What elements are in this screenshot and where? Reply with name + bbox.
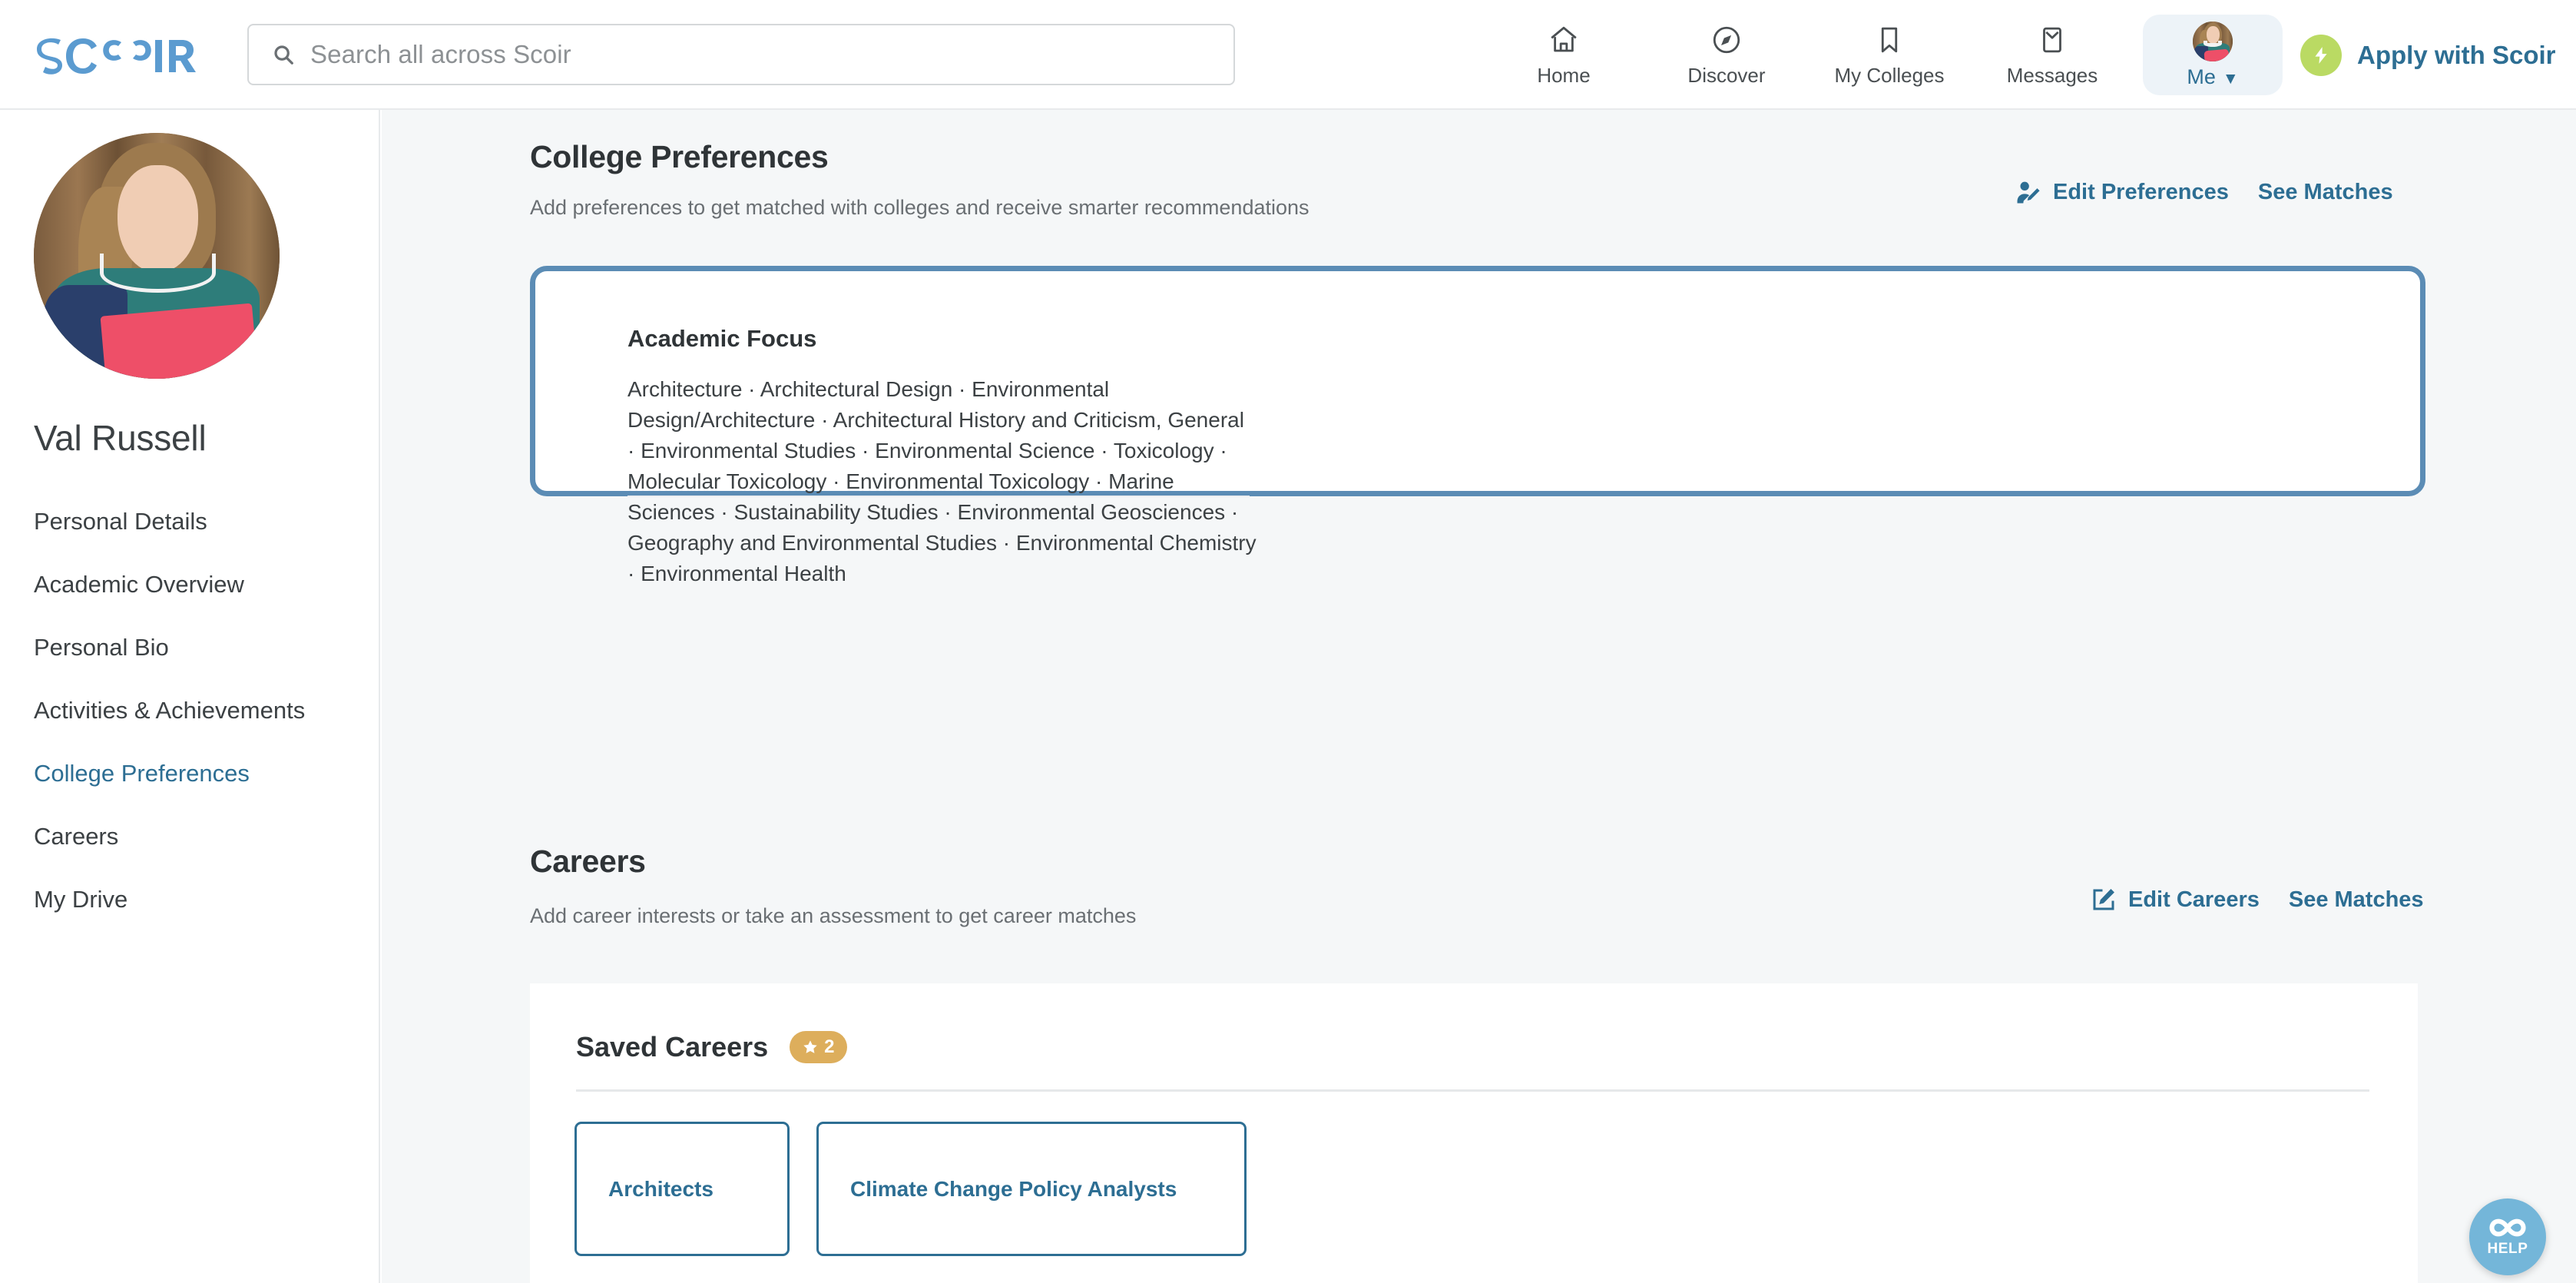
top-nav-items: Home Discover My Colleges Messages Me ▼ [1482, 0, 2283, 110]
person-edit-icon [2013, 179, 2042, 205]
nav-item-my-colleges[interactable]: My Colleges [1808, 0, 1971, 110]
nav-item-messages[interactable]: Messages [1971, 0, 2134, 110]
sidebar-item-personal-bio[interactable]: Personal Bio [34, 616, 356, 679]
me-label-text: Me [2187, 65, 2216, 88]
scoir-infinity-icon [2486, 1216, 2529, 1239]
nav-label-messages: Messages [2006, 63, 2098, 87]
apply-with-scoir-button[interactable]: Apply with Scoir [2300, 0, 2556, 110]
sidebar-item-college-preferences[interactable]: College Preferences [34, 742, 356, 805]
help-label: HELP [2487, 1241, 2528, 1257]
top-navigation-bar: Search all across Scoir Home Discover My… [0, 0, 2576, 110]
profile-name: Val Russell [34, 418, 207, 458]
envelope-icon [2036, 23, 2068, 57]
lightning-bolt-icon [2300, 34, 2342, 76]
saved-careers-count-badge: 2 [790, 1031, 847, 1063]
search-input[interactable]: Search all across Scoir [247, 24, 1235, 85]
nav-label-home: Home [1537, 63, 1591, 87]
profile-sidebar: Val Russell Personal Details Academic Ov… [0, 110, 380, 1283]
college-preferences-subtitle: Add preferences to get matched with coll… [530, 196, 1310, 219]
nav-item-me[interactable]: Me ▼ [2143, 15, 2283, 95]
see-matches-preferences-button[interactable]: See Matches [2258, 180, 2393, 205]
compass-icon [1710, 23, 1743, 57]
sidebar-item-careers[interactable]: Careers [34, 805, 356, 868]
apply-with-scoir-label: Apply with Scoir [2357, 40, 2556, 69]
academic-focus-heading: Academic Focus [627, 325, 817, 352]
academic-focus-content: Academic Focus Architecture · Architectu… [627, 325, 1257, 589]
college-preferences-title: College Preferences [530, 139, 829, 174]
main-content: College Preferences Add preferences to g… [382, 110, 2576, 1283]
see-matches-careers-button[interactable]: See Matches [2289, 887, 2424, 913]
home-icon [1548, 23, 1580, 57]
nav-label-me: Me ▼ [2187, 65, 2238, 89]
avatar-icon [2193, 21, 2233, 61]
academic-focus-divider [627, 496, 1250, 497]
academic-focus-card[interactable]: Academic Focus Architecture · Architectu… [530, 266, 2425, 585]
careers-subtitle: Add career interests or take an assessme… [530, 904, 1137, 927]
square-pencil-icon [2090, 886, 2117, 913]
sidebar-item-my-drive[interactable]: My Drive [34, 868, 356, 931]
chevron-down-icon: ▼ [2222, 69, 2239, 88]
saved-careers-heading: Saved Careers [576, 1031, 769, 1063]
saved-careers-tiles: Architects Climate Change Policy Analyst… [574, 1122, 1247, 1256]
nav-label-my-colleges: My Colleges [1834, 63, 1945, 87]
career-tile-label: Climate Change Policy Analysts [850, 1176, 1177, 1201]
careers-actions: Edit Careers See Matches [2090, 886, 2424, 913]
saved-careers-divider [576, 1089, 2369, 1092]
edit-careers-label: Edit Careers [2128, 887, 2260, 912]
careers-title: Careers [530, 844, 646, 879]
college-preferences-actions: Edit Preferences See Matches [2013, 179, 2393, 205]
saved-careers-header: Saved Careers 2 [576, 1031, 847, 1063]
nav-item-discover[interactable]: Discover [1645, 0, 1808, 110]
profile-avatar [34, 133, 280, 379]
bookmark-icon [1873, 23, 1906, 57]
star-icon [802, 1039, 819, 1056]
edit-preferences-button[interactable]: Edit Preferences [2013, 179, 2229, 205]
edit-preferences-label: Edit Preferences [2053, 179, 2229, 204]
nav-label-discover: Discover [1687, 63, 1766, 87]
sidebar-item-personal-details[interactable]: Personal Details [34, 490, 356, 553]
search-icon [272, 43, 295, 66]
edit-careers-button[interactable]: Edit Careers [2090, 886, 2260, 913]
search-placeholder: Search all across Scoir [310, 40, 571, 68]
saved-careers-count: 2 [824, 1036, 835, 1057]
sidebar-item-academic-overview[interactable]: Academic Overview [34, 553, 356, 616]
career-tile-label: Architects [608, 1176, 714, 1201]
career-tile-climate-change-policy-analysts[interactable]: Climate Change Policy Analysts [816, 1122, 1247, 1256]
sidebar-item-activities-achievements[interactable]: Activities & Achievements [34, 679, 356, 742]
scoir-logo[interactable] [35, 34, 197, 78]
help-button[interactable]: HELP [2469, 1198, 2546, 1275]
saved-careers-card: Saved Careers 2 Architects Climate Chang… [530, 983, 2418, 1283]
academic-focus-body: Architecture · Architectural Design · En… [627, 377, 1257, 585]
nav-item-home[interactable]: Home [1482, 0, 1645, 110]
sidebar-nav: Personal Details Academic Overview Perso… [34, 490, 356, 931]
career-tile-architects[interactable]: Architects [574, 1122, 790, 1256]
